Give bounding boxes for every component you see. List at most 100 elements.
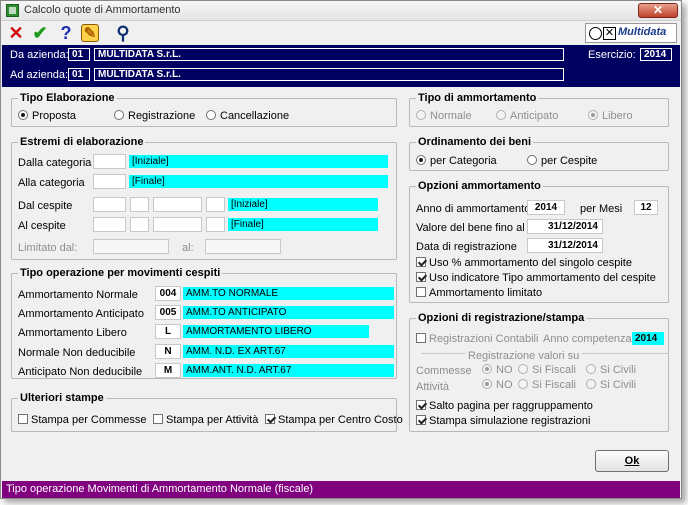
estremi-title: Estremi di elaborazione [18, 136, 146, 148]
op-label-libero: Ammortamento Libero [18, 327, 127, 339]
attivita-radio-no[interactable]: NO [482, 379, 513, 391]
anno-competenza-value[interactable]: 2014 [632, 332, 664, 345]
op-code-normale[interactable]: 004 [155, 286, 181, 301]
tipo-operazione-group: Tipo operazione per movimenti cespiti Am… [11, 267, 397, 379]
radio-cancellazione[interactable]: Cancellazione [206, 110, 289, 122]
anno-ammortamento-input[interactable]: 2014 [527, 200, 565, 215]
al-cespite-ext-input[interactable] [206, 217, 225, 232]
ad-azienda-code[interactable]: 01 [68, 68, 90, 81]
al-cespite-sub-input[interactable] [130, 217, 149, 232]
tipo-elaborazione-title: Tipo Elaborazione [18, 92, 117, 104]
uso-percentuale-checkbox[interactable]: Uso % ammortamento del singolo cespite [416, 257, 632, 269]
alla-categoria-input[interactable] [93, 174, 126, 189]
attivita-radio-fiscali[interactable]: Si Fiscali [518, 379, 576, 391]
radio-per-categoria[interactable]: per Categoria [416, 155, 497, 167]
logo-circle-icon [589, 27, 602, 40]
ulteriori-stampe-title: Ulteriori stampe [18, 392, 106, 404]
op-code-anticipato[interactable]: 005 [155, 305, 181, 320]
radio-icon [416, 110, 426, 120]
valore-bene-label: Valore del bene fino al [416, 222, 525, 234]
dal-cespite-num-input[interactable] [153, 197, 202, 212]
radio-per-cespite[interactable]: per Cespite [527, 155, 597, 167]
limitato-al-input[interactable] [205, 239, 281, 254]
status-bar: Tipo operazione Movimenti di Ammortament… [2, 481, 680, 498]
dalla-categoria-input[interactable] [93, 154, 126, 169]
ok-button[interactable]: Ok [595, 450, 669, 472]
op-desc-normale-nd: AMM. N.D. EX ART.67 [183, 345, 394, 358]
check-icon[interactable]: ✔ [30, 23, 50, 43]
al-cespite-cat-input[interactable] [93, 217, 126, 232]
salto-pagina-checkbox[interactable]: Salto pagina per raggruppamento [416, 400, 593, 412]
da-azienda-code[interactable]: 01 [68, 48, 90, 61]
stampa-centro-costo-checkbox[interactable]: Stampa per Centro Costo [265, 414, 403, 426]
estremi-group: Estremi di elaborazione Dalla categoria … [11, 136, 397, 260]
radio-anticipato[interactable]: Anticipato [496, 110, 558, 122]
radio-icon [482, 379, 492, 389]
radio-icon [18, 110, 28, 120]
title-bar: Calcolo quote di Ammortamento ✕ [1, 1, 681, 21]
alla-categoria-desc: [Finale] [129, 175, 388, 188]
ad-azienda-label: Ad azienda: [10, 69, 69, 81]
esercizio-label: Esercizio: [588, 49, 636, 61]
da-azienda-name: MULTIDATA S.r.L. [94, 48, 564, 61]
dal-cespite-cat-input[interactable] [93, 197, 126, 212]
app-icon [6, 4, 19, 17]
esercizio-value[interactable]: 2014 [640, 48, 672, 61]
radio-icon [586, 379, 596, 389]
commesse-radio-civili[interactable]: Si Civili [586, 364, 636, 376]
op-label-normale: Ammortamento Normale [18, 289, 138, 301]
radio-libero[interactable]: Libero [588, 110, 633, 122]
op-code-libero[interactable]: L [155, 324, 181, 339]
op-code-normale-nd[interactable]: N [155, 344, 181, 359]
radio-proposta[interactable]: Proposta [18, 110, 76, 122]
close-icon[interactable]: ✕ [6, 23, 26, 43]
stampa-simulazione-checkbox[interactable]: Stampa simulazione registrazioni [416, 415, 590, 427]
checkbox-checked-icon [416, 257, 426, 267]
attivita-radio-civili[interactable]: Si Civili [586, 379, 636, 391]
checkbox-icon [18, 414, 28, 424]
dalla-categoria-label: Dalla categoria [18, 157, 92, 169]
radio-icon [586, 364, 596, 374]
dal-cespite-label: Dal cespite [18, 200, 73, 212]
ammortamento-limitato-checkbox[interactable]: Ammortamento limitato [416, 287, 542, 299]
checkbox-icon [416, 333, 426, 343]
stampa-attivita-checkbox[interactable]: Stampa per Attività [153, 414, 258, 426]
radio-icon [518, 364, 528, 374]
dal-cespite-sub-input[interactable] [130, 197, 149, 212]
ordinamento-title: Ordinamento dei beni [416, 136, 534, 148]
stampa-commesse-checkbox[interactable]: Stampa per Commesse [18, 414, 147, 426]
uso-indicatore-checkbox[interactable]: Uso indicatore Tipo ammortamento del ces… [416, 272, 656, 284]
checkbox-checked-icon [416, 400, 426, 410]
radio-icon [527, 155, 537, 165]
checkbox-checked-icon [265, 414, 275, 424]
radio-icon [482, 364, 492, 374]
radio-registrazione[interactable]: Registrazione [114, 110, 195, 122]
commesse-radio-no[interactable]: NO [482, 364, 513, 376]
help-icon[interactable]: ? [56, 23, 76, 43]
toolbar: ✕ ✔ ? ✎ ⚲ ✕ Multidata [1, 21, 681, 45]
limitato-dal-input[interactable] [93, 239, 169, 254]
registrazioni-contabili-checkbox[interactable]: Registrazioni Contabili [416, 333, 538, 345]
edit-icon[interactable]: ✎ [81, 24, 99, 42]
window-title: Calcolo quote di Ammortamento [24, 4, 181, 16]
alla-categoria-label: Alla categoria [18, 177, 85, 189]
ulteriori-stampe-group: Ulteriori stampe Stampa per Commesse Sta… [11, 392, 403, 432]
radio-normale[interactable]: Normale [416, 110, 472, 122]
al-cespite-desc: [Finale] [228, 218, 378, 231]
commesse-radio-fiscali[interactable]: Si Fiscali [518, 364, 576, 376]
tipo-ammortamento-title: Tipo di ammortamento [416, 92, 539, 104]
attivita-label: Attività [416, 381, 450, 393]
op-desc-anticipato: AMM.TO ANTICIPATO [183, 306, 394, 319]
dal-cespite-ext-input[interactable] [206, 197, 225, 212]
limitato-dal-label: Limitato dal: [18, 242, 78, 254]
op-desc-anticipato-nd: AMM.ANT. N.D. ART.67 [183, 364, 394, 377]
opzioni-registrazione-title: Opzioni di registrazione/stampa [416, 312, 587, 324]
per-mesi-input[interactable]: 12 [634, 200, 658, 215]
al-cespite-num-input[interactable] [153, 217, 202, 232]
valore-bene-input[interactable]: 31/12/2014 [527, 219, 603, 234]
binoculars-icon[interactable]: ⚲ [113, 23, 133, 43]
window-close-button[interactable]: ✕ [638, 3, 678, 18]
data-registrazione-input[interactable]: 31/12/2014 [527, 238, 603, 253]
op-code-anticipato-nd[interactable]: M [155, 363, 181, 378]
radio-icon [416, 155, 426, 165]
